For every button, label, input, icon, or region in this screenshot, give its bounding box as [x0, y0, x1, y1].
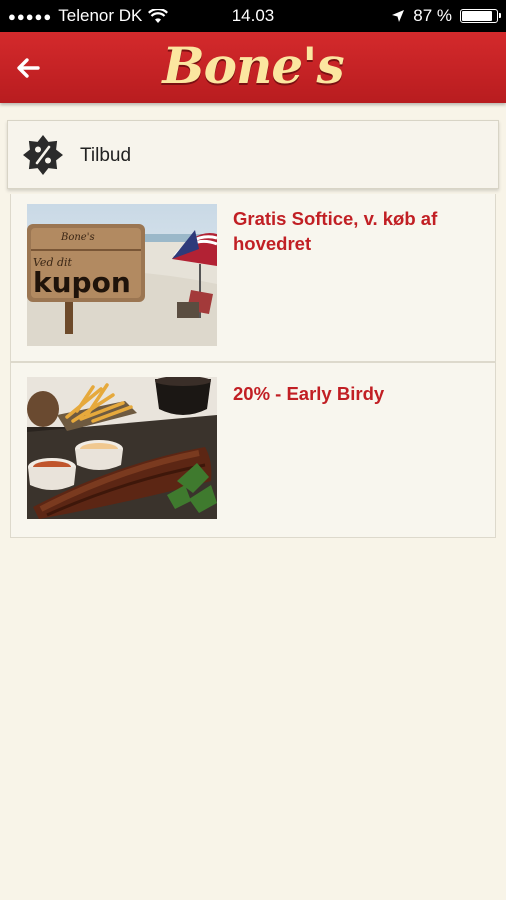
sign-top-text: Bone's: [60, 232, 95, 243]
sign-main-text: kupon: [33, 266, 131, 299]
offer-image-beach-sign: Bone's Ved dit kupon: [27, 204, 217, 346]
list-item[interactable]: 20% - Early Birdy: [10, 362, 496, 538]
offer-title: Gratis Softice, v. køb af hovedret: [233, 208, 438, 255]
list-item[interactable]: Bone's Ved dit kupon Gratis Softice, v. …: [10, 194, 496, 362]
bones-logo: Bone's: [162, 36, 344, 95]
discount-percent-icon: [23, 135, 63, 175]
app-bar: Bone's: [0, 32, 506, 103]
section-header: Tilbud: [7, 120, 499, 189]
battery-percentage: 87 %: [413, 6, 452, 25]
status-right: 87 %: [391, 6, 501, 26]
offer-image-ribs-plate: [27, 377, 217, 519]
battery-icon: [460, 9, 501, 23]
battery-fill: [462, 11, 492, 21]
offers-list: Bone's Ved dit kupon Gratis Softice, v. …: [10, 194, 496, 538]
section-title: Tilbud: [80, 145, 132, 166]
offer-title: 20% - Early Birdy: [233, 383, 385, 404]
status-bar: ●●●●● Telenor DK 14.03 87 %: [0, 0, 506, 32]
location-arrow-icon: [392, 10, 405, 22]
